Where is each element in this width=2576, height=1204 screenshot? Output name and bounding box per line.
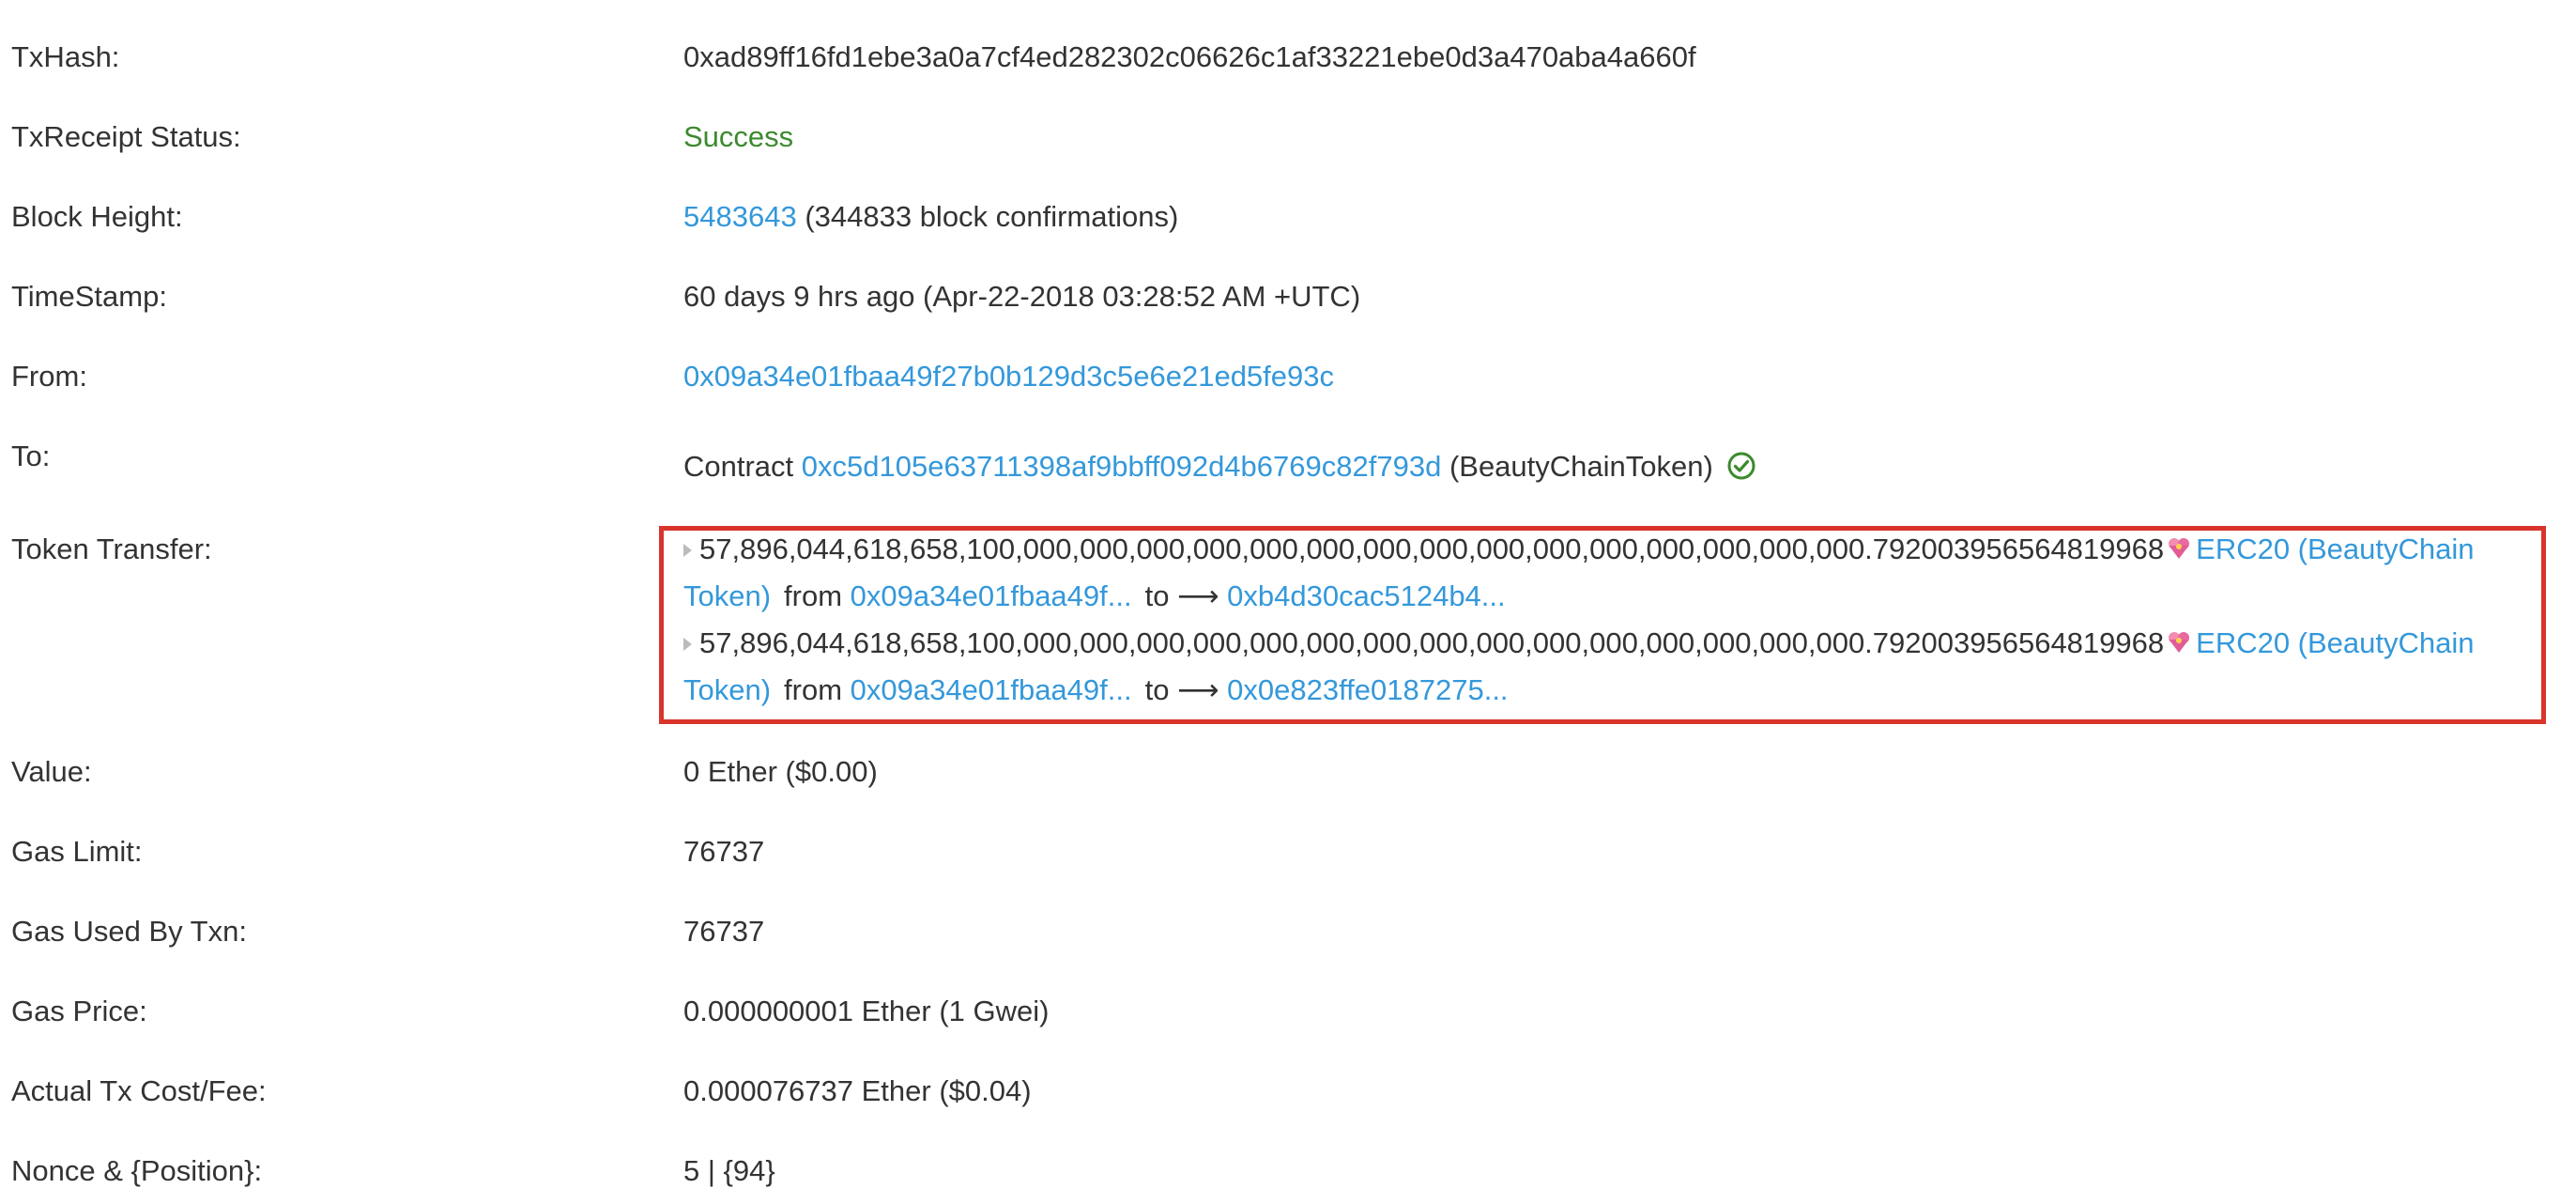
transfer-2-to-address-link[interactable]: 0x0e823ffe0187275... (1227, 673, 1508, 706)
value-label: Value: (11, 755, 92, 788)
transfer-2-to-word: to (1144, 673, 1170, 706)
transfer-2-from-address-link[interactable]: 0x09a34e01fbaa49f... (851, 673, 1132, 706)
transfer-2-line-2: Token) from 0x09a34e01fbaa49f... to ⟶ 0x0e… (683, 667, 1509, 714)
timestamp-value: 60 days 9 hrs ago (Apr-22-2018 03:28:52 … (683, 280, 1361, 313)
transfer-1-to-word: to (1144, 579, 1170, 612)
transfer-2-line-1: 57,896,044,618,658,100,000,000,000,000,0… (683, 620, 2475, 667)
transfer-1-from-address-link[interactable]: 0x09a34e01fbaa49f... (851, 579, 1132, 612)
gas-used-value: 76737 (683, 915, 765, 948)
nonce-label: Nonce & {Position}: (11, 1154, 263, 1187)
block-confirmations: (344833 block confirmations) (805, 200, 1179, 233)
transfer-2-amount: 57,896,044,618,658,100,000,000,000,000,0… (699, 626, 2165, 659)
token-heart-icon (2169, 538, 2190, 559)
transfer-1-line-2: Token) from 0x09a34e01fbaa49f... to ⟶ 0xb4… (683, 573, 1506, 620)
transfer-1-line-1: 57,896,044,618,658,100,000,000,000,000,0… (683, 526, 2475, 573)
from-label: From: (11, 360, 87, 393)
arrow-right-icon: ⟶ (1177, 579, 1219, 612)
transfer-2-from-word: from (784, 673, 843, 706)
gas-used-label: Gas Used By Txn: (11, 915, 247, 948)
gas-limit-value: 76737 (683, 835, 765, 868)
gas-price-label: Gas Price: (11, 995, 147, 1027)
block-height-value: 5483643 (344833 block confirmations) (683, 193, 1178, 240)
check-circle-icon (1727, 452, 1756, 480)
gas-limit-label: Gas Limit: (11, 835, 143, 868)
to-contract-name: (BeautyChainToken) (1449, 450, 1713, 483)
from-address-link[interactable]: 0x09a34e01fbaa49f27b0b129d3c5e6e21ed5fe9… (683, 353, 1334, 400)
token-heart-icon (2169, 632, 2190, 653)
nonce-value: 5 | {94} (683, 1154, 775, 1187)
block-number-link[interactable]: 5483643 (683, 200, 797, 233)
to-value: Contract 0xc5d105e63711398af9bbff092d4b6… (683, 443, 1756, 490)
tx-fee-value: 0.000076737 Ether ($0.04) (683, 1074, 1032, 1107)
transfer-1-to-address-link[interactable]: 0xb4d30cac5124b4... (1227, 579, 1505, 612)
token-transfer-label: Token Transfer: (11, 533, 212, 565)
block-height-label: Block Height: (11, 200, 183, 233)
status-value: Success (683, 120, 794, 153)
transfer-1-from-word: from (784, 579, 843, 612)
transfer-2-token-link[interactable]: ERC20 (BeautyChain (2196, 626, 2474, 659)
transfer-1-token-link-cont[interactable]: Token) (683, 579, 771, 612)
caret-right-icon[interactable] (683, 638, 692, 651)
tx-fee-label: Actual Tx Cost/Fee: (11, 1074, 267, 1107)
caret-right-icon[interactable] (683, 544, 692, 557)
arrow-right-icon: ⟶ (1177, 673, 1219, 706)
transfer-1-amount: 57,896,044,618,658,100,000,000,000,000,0… (699, 533, 2165, 565)
to-label: To: (11, 440, 51, 472)
gas-price-value: 0.000000001 Ether (1 Gwei) (683, 995, 1050, 1027)
txhash-value: 0xad89ff16fd1ebe3a0a7cf4ed282302c06626c1… (683, 40, 1696, 73)
timestamp-label: TimeStamp: (11, 280, 167, 313)
transfer-1-token-link[interactable]: ERC20 (BeautyChain (2196, 533, 2474, 565)
transfer-2-token-link-cont[interactable]: Token) (683, 673, 771, 706)
to-contract-prefix: Contract (683, 450, 794, 483)
value-value: 0 Ether ($0.00) (683, 755, 878, 788)
status-label: TxReceipt Status: (11, 120, 241, 153)
to-contract-address-link[interactable]: 0xc5d105e63711398af9bbff092d4b6769c82f79… (802, 450, 1442, 483)
txhash-label: TxHash: (11, 40, 120, 73)
